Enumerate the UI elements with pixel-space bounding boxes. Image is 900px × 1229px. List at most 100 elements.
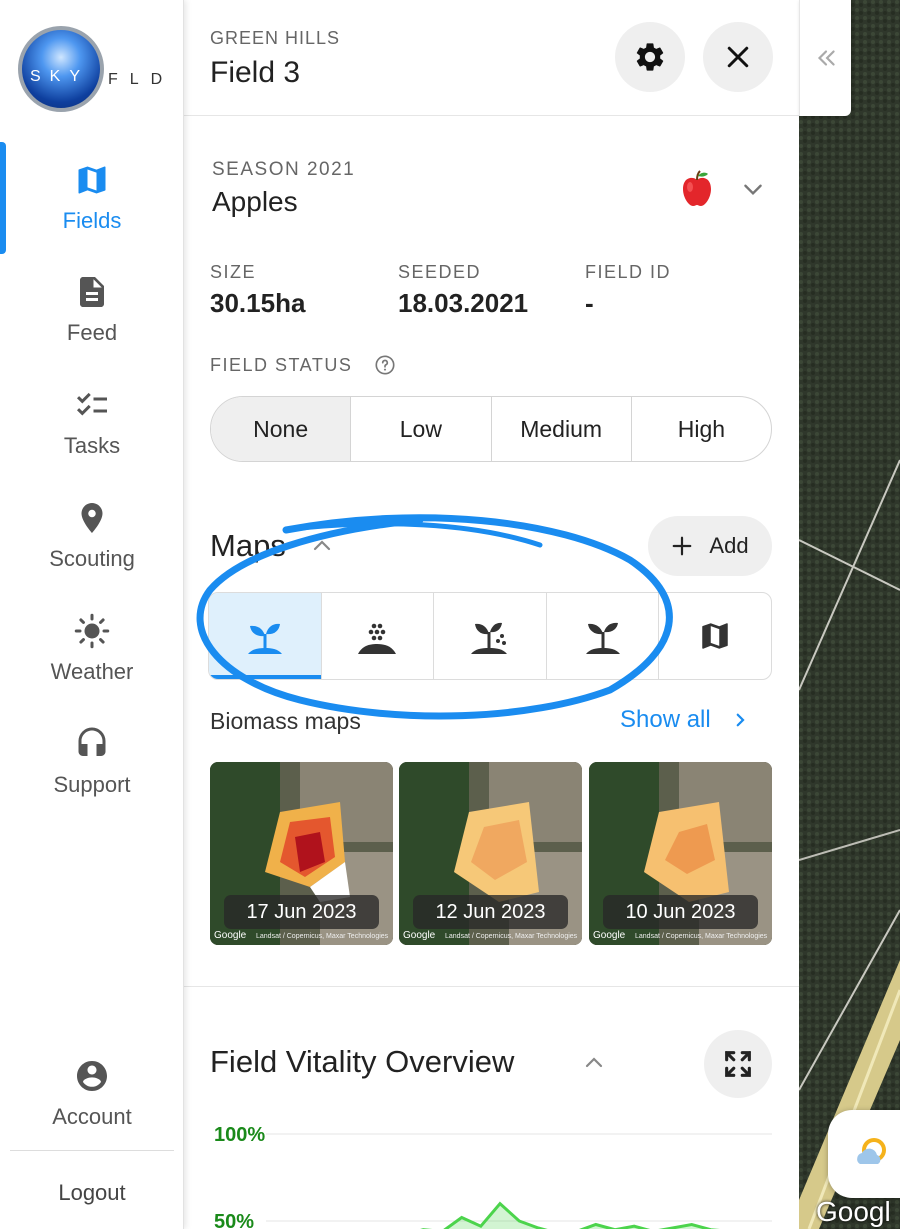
gear-icon	[636, 43, 664, 71]
plus-icon	[673, 536, 692, 556]
show-all-link[interactable]: Show all	[620, 706, 749, 734]
checklist-icon	[77, 392, 107, 416]
sidebar-item-fields[interactable]: Fields	[0, 162, 184, 262]
field-status-label: FIELD STATUS	[210, 355, 353, 375]
maps-collapse-chevron-up-icon[interactable]	[310, 534, 334, 558]
sidebar-item-label: Weather	[50, 659, 134, 684]
vitality-line-chart: 100% 50%	[214, 1124, 772, 1229]
field-details-panel: GREEN HILLS Field 3 SEASON 2021 Apples S…	[184, 0, 799, 1229]
biomass-map-thumbnail[interactable]: 10 Jun 2023 Google Landsat / Copernicus,…	[589, 762, 772, 945]
location-pin-icon	[81, 503, 103, 533]
add-map-button[interactable]: Add	[648, 516, 772, 576]
close-button[interactable]	[703, 22, 773, 92]
sidebar-item-account[interactable]: Account	[0, 1058, 184, 1158]
imagery-credit: Landsat / Copernicus, Maxar Technologies	[445, 933, 578, 940]
crop-name: Apples	[212, 186, 298, 217]
collapse-panel-button[interactable]	[799, 0, 851, 116]
logo-side-text: FLD	[108, 71, 175, 88]
section-divider	[184, 986, 799, 987]
seeded-label: SEEDED	[398, 262, 482, 282]
sidebar-item-label: Fields	[62, 208, 122, 233]
y-tick-label: 100%	[214, 1124, 265, 1146]
settings-button[interactable]	[615, 22, 685, 92]
sidebar-item-weather[interactable]: Weather	[0, 613, 184, 713]
size-label: SIZE	[210, 262, 257, 282]
sidebar-nav: SKY FLD Fields Feed Tasks Scouting Weath…	[0, 0, 184, 1229]
imagery-credit: Landsat / Copernicus, Maxar Technologies	[256, 933, 389, 940]
sidebar-item-label: Scouting	[49, 546, 135, 571]
imagery-credit: Landsat / Copernicus, Maxar Technologies	[635, 933, 768, 940]
biomass-maps-label: Biomass maps	[210, 708, 361, 734]
sidebar-item-label: Tasks	[63, 433, 121, 458]
season-label: SEASON 2021	[212, 159, 356, 180]
sidebar-item-tasks[interactable]: Tasks	[0, 387, 184, 487]
google-attribution: Google	[214, 930, 247, 941]
satellite-map	[799, 0, 900, 1229]
account-icon	[77, 1061, 107, 1091]
tab-plant-growth[interactable]	[434, 593, 547, 679]
field-status-selector: None Low Medium High	[210, 396, 772, 462]
close-icon	[727, 46, 749, 68]
sun-icon	[74, 613, 110, 649]
thumbnail-date: 10 Jun 2023	[603, 895, 758, 929]
sidebar-item-label: Account	[52, 1104, 132, 1129]
expand-chart-button[interactable]	[704, 1030, 772, 1098]
google-attribution: Google	[403, 930, 436, 941]
y-tick-label: 50%	[214, 1211, 254, 1229]
sidebar-item-feed[interactable]: Feed	[0, 274, 184, 374]
field-id-value: -	[585, 288, 594, 318]
status-option-high[interactable]: High	[632, 397, 771, 461]
show-all-label: Show all	[620, 706, 711, 733]
divider	[10, 1150, 174, 1151]
plant-icon	[585, 622, 620, 654]
skyfld-logo[interactable]: SKY FLD	[16, 24, 176, 114]
status-option-medium[interactable]: Medium	[492, 397, 632, 461]
tab-seeding[interactable]	[322, 593, 435, 679]
chevron-right-icon	[737, 713, 745, 727]
vitality-section-title: Field Vitality Overview	[210, 1044, 515, 1079]
sprouting-plant-icon	[470, 622, 507, 654]
series-line	[420, 1201, 720, 1229]
breadcrumb: GREEN HILLS	[210, 28, 341, 48]
tab-plant[interactable]	[547, 593, 660, 679]
apple-icon	[683, 170, 711, 206]
tab-map[interactable]	[659, 593, 771, 679]
seedling-icon	[247, 623, 282, 654]
field-id-label: FIELD ID	[585, 262, 672, 282]
biomass-map-thumbnail[interactable]: 12 Jun 2023 Google Landsat / Copernicus,…	[399, 762, 582, 945]
weather-widget[interactable]	[828, 1110, 900, 1198]
panel-header: GREEN HILLS Field 3	[184, 0, 799, 116]
maps-section-title: Maps	[210, 528, 286, 563]
document-icon	[80, 277, 104, 307]
soil-seeds-icon	[358, 623, 397, 654]
logo-circle-text: SKY	[30, 68, 90, 85]
page-title: Field 3	[210, 56, 301, 89]
seeded-value: 18.03.2021	[398, 288, 529, 318]
sidebar-item-label: Feed	[66, 320, 118, 345]
vitality-collapse-chevron-up-icon[interactable]	[582, 1051, 606, 1075]
thumbnail-date: 17 Jun 2023	[224, 895, 379, 929]
fullscreen-icon	[725, 1051, 751, 1077]
google-attribution: Google	[593, 930, 626, 941]
partly-cloudy-icon	[857, 1138, 886, 1164]
logout-button[interactable]: Logout	[0, 1180, 184, 1206]
thumbnail-date: 12 Jun 2023	[413, 895, 568, 929]
map-view[interactable]	[799, 0, 900, 1229]
google-map-attribution: Googl	[816, 1196, 891, 1227]
biomass-map-thumbnail[interactable]: 17 Jun 2023 Google Landsat / Copernicus,…	[210, 762, 393, 945]
tab-biomass[interactable]	[209, 593, 322, 679]
help-icon[interactable]	[374, 354, 396, 376]
map-icon	[78, 166, 106, 194]
headset-icon	[78, 727, 106, 756]
season-dropdown-chevron-down-icon[interactable]	[740, 176, 766, 202]
series-area	[385, 1203, 730, 1229]
sidebar-item-support[interactable]: Support	[0, 726, 184, 826]
size-value: 30.15ha	[210, 288, 306, 318]
map-type-tabs	[208, 592, 772, 680]
add-map-label: Add	[709, 533, 749, 558]
sidebar-item-scouting[interactable]: Scouting	[0, 500, 184, 600]
sidebar-item-label: Support	[53, 772, 131, 797]
status-option-low[interactable]: Low	[351, 397, 492, 461]
status-option-none[interactable]: None	[211, 397, 352, 461]
double-chevron-left-icon	[817, 50, 835, 66]
